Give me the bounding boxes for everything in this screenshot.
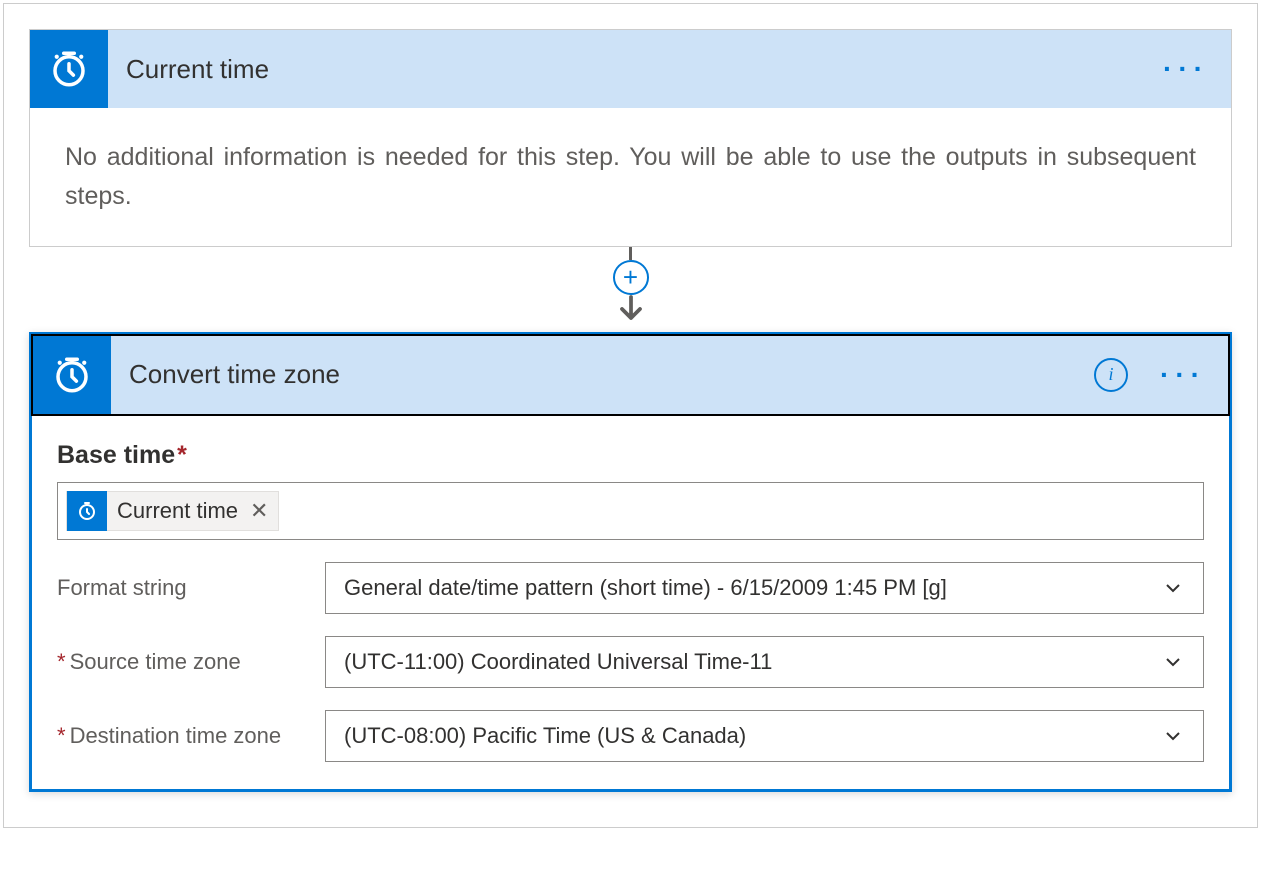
clock-icon [67,491,107,531]
token-label: Current time [107,498,246,524]
more-options-icon[interactable]: ··· [1163,55,1209,83]
step-body: No additional information is needed for … [30,108,1231,246]
clock-icon [30,30,108,108]
source-timezone-label: *Source time zone [57,649,307,675]
format-string-row: Format string General date/time pattern … [57,562,1204,614]
chevron-down-icon [1161,724,1185,748]
label-text: Source time zone [70,649,241,674]
step-title: Convert time zone [129,359,340,390]
token-remove-button[interactable]: ✕ [246,498,278,524]
required-indicator: * [57,723,66,748]
chevron-down-icon [1161,650,1185,674]
select-value: (UTC-08:00) Pacific Time (US & Canada) [344,723,746,749]
add-step-button[interactable]: + [613,260,649,295]
step-actions: i ··· [1094,358,1206,392]
step-title: Current time [126,54,269,85]
label-text: Destination time zone [70,723,282,748]
select-value: (UTC-11:00) Coordinated Universal Time-1… [344,649,772,675]
step-current-time: Current time ··· No additional informati… [29,29,1232,247]
form-body: Base time* Current time ✕ Format string [32,416,1229,789]
format-string-label: Format string [57,575,307,601]
token-current-time[interactable]: Current time ✕ [66,491,279,531]
source-timezone-row: *Source time zone (UTC-11:00) Coordinate… [57,636,1204,688]
step-header-current-time[interactable]: Current time ··· [30,30,1231,108]
step-convert-timezone: Convert time zone i ··· Base time* [29,332,1232,792]
label-text: Base time [57,441,175,469]
info-icon[interactable]: i [1094,358,1128,392]
step-actions: ··· [1163,55,1209,83]
required-indicator: * [177,441,187,469]
base-time-input[interactable]: Current time ✕ [57,482,1204,540]
connector-line [629,247,632,260]
chevron-down-icon [1161,576,1185,600]
format-string-select[interactable]: General date/time pattern (short time) -… [325,562,1204,614]
step-connector: + [29,247,1232,332]
step-header-convert-timezone[interactable]: Convert time zone i ··· [31,334,1230,416]
more-options-icon[interactable]: ··· [1160,361,1206,389]
step-info-text: No additional information is needed for … [65,138,1196,216]
select-value: General date/time pattern (short time) -… [344,575,947,601]
destination-timezone-select[interactable]: (UTC-08:00) Pacific Time (US & Canada) [325,710,1204,762]
flow-designer-canvas: Current time ··· No additional informati… [3,3,1258,828]
destination-timezone-label: *Destination time zone [57,723,307,749]
base-time-label: Base time* [57,441,1204,470]
arrow-down-icon [613,291,649,332]
required-indicator: * [57,649,66,674]
destination-timezone-row: *Destination time zone (UTC-08:00) Pacif… [57,710,1204,762]
source-timezone-select[interactable]: (UTC-11:00) Coordinated Universal Time-1… [325,636,1204,688]
clock-icon [33,336,111,414]
